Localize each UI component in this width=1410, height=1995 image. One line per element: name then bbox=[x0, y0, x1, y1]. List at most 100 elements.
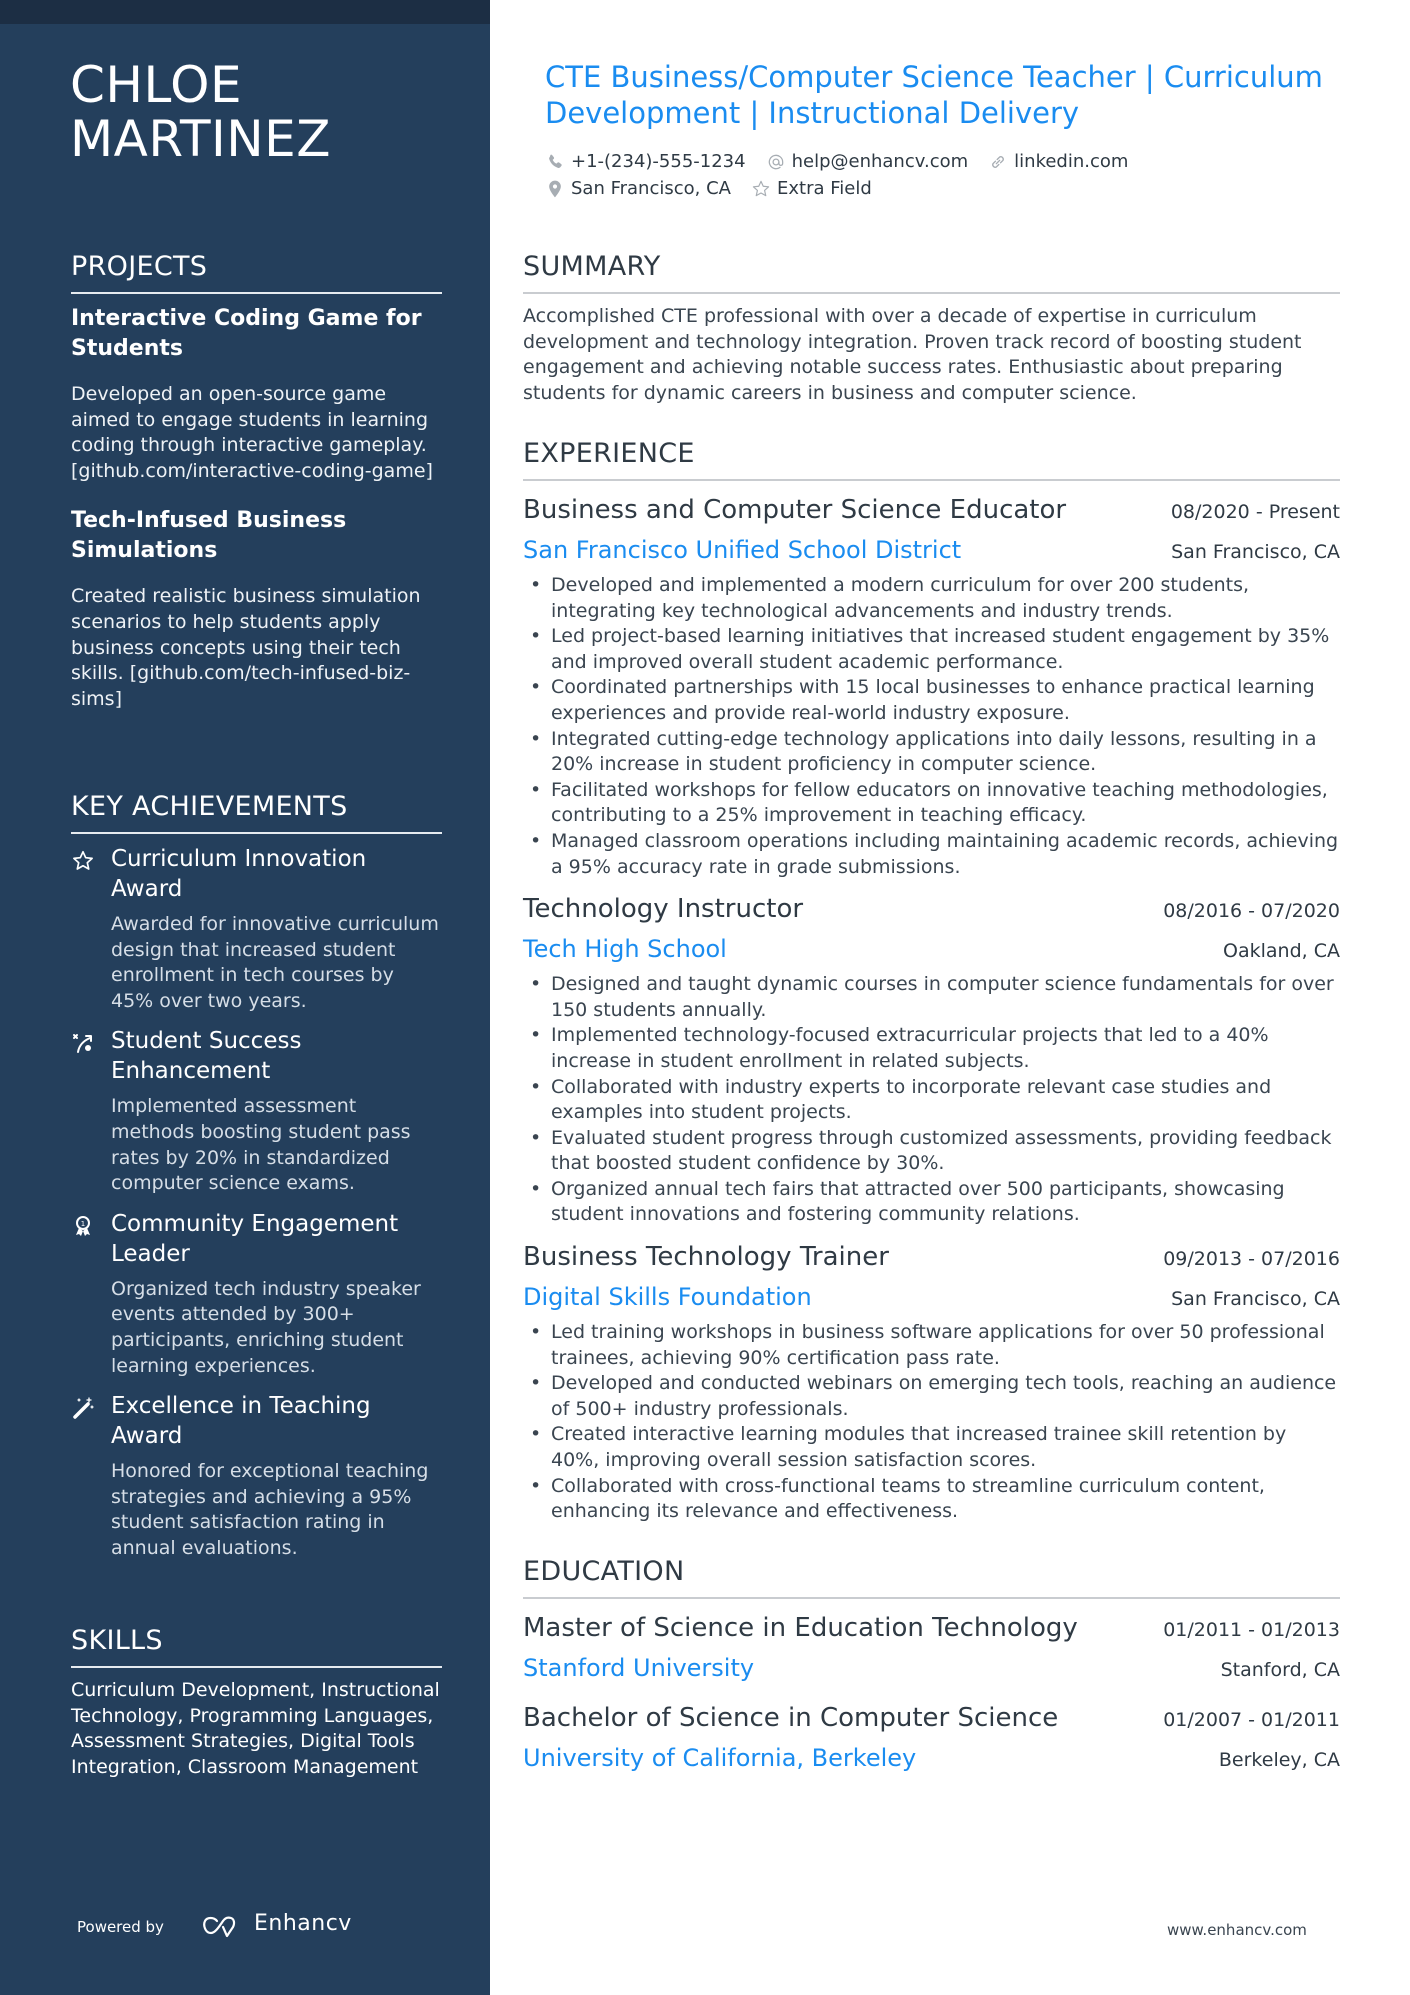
extra-field-text: Extra Field bbox=[776, 178, 872, 199]
achievement-title: Curriculum Innovation Award bbox=[111, 846, 367, 902]
education-dates: 01/2007 - 01/2011 bbox=[1163, 1709, 1340, 1731]
summary-text: Accomplished CTE professional with over … bbox=[523, 305, 1302, 404]
phone-contact[interactable]: +1-(234)-555-1234 bbox=[545, 151, 746, 172]
project-description: Created realistic business simulation sc… bbox=[71, 585, 421, 710]
bullet-item: Collaborated with cross-functional teams… bbox=[523, 1474, 1340, 1525]
achievement-item: Excellence in Teaching Award Honored for… bbox=[71, 1391, 442, 1561]
bullet-item: Led training workshops in business softw… bbox=[523, 1320, 1340, 1371]
education-heading: EDUCATION bbox=[523, 1555, 1340, 1599]
job-bullets: Led training workshops in business softw… bbox=[523, 1320, 1340, 1525]
bullet-item: Collaborated with industry experts to in… bbox=[523, 1075, 1340, 1126]
degree-title: Bachelor of Science in Computer Science bbox=[523, 1703, 1059, 1733]
achievement-description: Organized tech industry speaker events a… bbox=[111, 1277, 421, 1377]
medal-icon: 1 bbox=[76, 1215, 90, 1236]
candidate-name: CHLOE MARTINEZ bbox=[70, 58, 450, 166]
achievement-description: Honored for exceptional teaching strateg… bbox=[111, 1460, 429, 1559]
linkedin-contact[interactable]: linkedin.com bbox=[988, 151, 1128, 172]
experience-heading: EXPERIENCE bbox=[523, 437, 1340, 481]
experience-section: EXPERIENCE Business and Computer Science… bbox=[523, 437, 1340, 1535]
education-section: EDUCATION Master of Science in Education… bbox=[523, 1555, 1340, 1789]
star-icon bbox=[752, 180, 770, 196]
headline-title: CTE Business/Computer Science Teacher | … bbox=[545, 60, 1323, 130]
skills-heading: SKILLS bbox=[71, 1624, 442, 1668]
link-icon bbox=[992, 155, 1005, 168]
magic-wand-icon bbox=[73, 1397, 94, 1419]
name-last: MARTINEZ bbox=[70, 110, 331, 168]
achievements-heading: KEY ACHIEVEMENTS bbox=[71, 790, 442, 834]
achievement-description: Implemented assessment methods boosting … bbox=[111, 1095, 411, 1195]
bullet-item: Designed and taught dynamic courses in c… bbox=[523, 972, 1340, 1023]
map-pin-icon bbox=[549, 180, 561, 197]
achievements-section: KEY ACHIEVEMENTS Curriculum Innovation A… bbox=[71, 790, 442, 1574]
achievement-description: Awarded for innovative curriculum design… bbox=[111, 913, 439, 1012]
footer-url-link[interactable]: www.enhancv.com bbox=[1167, 1921, 1307, 1939]
project-description: Developed an open-source game aimed to e… bbox=[71, 383, 433, 482]
bullet-item: Developed and conducted webinars on emer… bbox=[523, 1371, 1340, 1422]
extra-field-contact: Extra Field bbox=[751, 178, 872, 199]
powered-by-label: Powered by bbox=[77, 1918, 164, 1936]
contact-info: +1-(234)-555-1234 help@enhancv.com linke… bbox=[545, 148, 1345, 202]
name-first: CHLOE bbox=[70, 56, 243, 114]
enhancv-brand[interactable]: Enhancv bbox=[254, 1911, 352, 1936]
bullet-item: Evaluated student progress through custo… bbox=[523, 1126, 1340, 1177]
bullet-item: Managed classroom operations including m… bbox=[523, 829, 1340, 880]
bullet-item: Created interactive learning modules tha… bbox=[523, 1422, 1340, 1473]
contact-row: +1-(234)-555-1234 help@enhancv.com linke… bbox=[545, 148, 1345, 175]
skills-section: SKILLS Curriculum Development, Instructi… bbox=[71, 1624, 442, 1780]
bullet-item: Facilitated workshops for fellow educato… bbox=[523, 778, 1340, 829]
achievement-title: Student Success Enhancement bbox=[111, 1028, 302, 1085]
achievement-item: 1 Community Engagement Leader Organized … bbox=[71, 1209, 442, 1379]
job-location: San Francisco, CA bbox=[1171, 541, 1340, 563]
job-entry: Technology Instructor 08/2016 - 07/2020 … bbox=[523, 890, 1340, 1228]
star-icon bbox=[73, 850, 93, 870]
svg-text:1: 1 bbox=[81, 1220, 85, 1228]
project-item: Interactive Coding Game for Students Dev… bbox=[71, 304, 442, 484]
job-title: Business and Computer Science Educator bbox=[523, 495, 1067, 525]
project-item: Tech-Infused Business Simulations Create… bbox=[71, 506, 442, 712]
job-title: Business Technology Trainer bbox=[523, 1242, 889, 1273]
project-title: Tech-Infused Business Simulations bbox=[71, 508, 347, 564]
job-entry: Business and Computer Science Educator 0… bbox=[523, 491, 1340, 880]
phone-icon bbox=[549, 154, 562, 168]
at-icon bbox=[768, 154, 783, 169]
phone-text: +1-(234)-555-1234 bbox=[571, 151, 746, 172]
summary-heading: SUMMARY bbox=[523, 250, 1340, 294]
skills-list: Curriculum Development, Instructional Te… bbox=[71, 1679, 440, 1778]
bullet-item: Integrated cutting-edge technology appli… bbox=[523, 727, 1340, 778]
achievement-title: Community Engagement Leader bbox=[111, 1210, 399, 1267]
education-entry: Bachelor of Science in Computer Science … bbox=[523, 1699, 1340, 1779]
school-name: Stanford University bbox=[523, 1654, 755, 1682]
contact-row: San Francisco, CA Extra Field bbox=[545, 175, 1345, 202]
achievement-title: Excellence in Teaching Award bbox=[111, 1393, 371, 1450]
projects-heading: PROJECTS bbox=[71, 250, 442, 294]
sidebar-top-band bbox=[0, 0, 490, 24]
job-dates: 09/2013 - 07/2016 bbox=[1163, 1248, 1340, 1271]
job-bullets: Designed and taught dynamic courses in c… bbox=[523, 972, 1340, 1228]
job-company: Tech High School bbox=[523, 935, 727, 964]
school-name: University of California, Berkeley bbox=[523, 1744, 917, 1772]
bullet-item: Developed and implemented a modern curri… bbox=[523, 573, 1340, 624]
education-entry: Master of Science in Education Technolog… bbox=[523, 1609, 1340, 1689]
job-location: Oakland, CA bbox=[1223, 940, 1340, 963]
location-text: San Francisco, CA bbox=[571, 178, 731, 199]
bullet-item: Led project-based learning initiatives t… bbox=[523, 624, 1340, 675]
location-contact: San Francisco, CA bbox=[545, 178, 731, 199]
school-location: Berkeley, CA bbox=[1218, 1749, 1340, 1771]
email-text: help@enhancv.com bbox=[791, 151, 969, 172]
enhancv-logo-icon[interactable] bbox=[195, 1914, 245, 1940]
bullet-item: Organized annual tech fairs that attract… bbox=[523, 1177, 1340, 1228]
job-bullets: Developed and implemented a modern curri… bbox=[523, 573, 1340, 880]
job-dates: 08/2016 - 07/2020 bbox=[1163, 900, 1340, 923]
job-company: Digital Skills Foundation bbox=[523, 1283, 812, 1312]
projects-section: PROJECTS Interactive Coding Game for Stu… bbox=[71, 250, 442, 734]
trajectory-icon bbox=[73, 1034, 92, 1054]
project-title: Interactive Coding Game for Students bbox=[71, 306, 422, 361]
job-company: San Francisco Unified School District bbox=[523, 536, 962, 564]
bullet-item: Implemented technology-focused extracurr… bbox=[523, 1023, 1340, 1074]
summary-section: SUMMARY Accomplished CTE professional wi… bbox=[523, 250, 1340, 406]
email-contact[interactable]: help@enhancv.com bbox=[766, 151, 969, 172]
achievement-item: Student Success Enhancement Implemented … bbox=[71, 1026, 442, 1196]
education-dates: 01/2011 - 01/2013 bbox=[1163, 1619, 1340, 1641]
bullet-item: Coordinated partnerships with 15 local b… bbox=[523, 675, 1340, 726]
job-location: San Francisco, CA bbox=[1171, 1288, 1340, 1311]
